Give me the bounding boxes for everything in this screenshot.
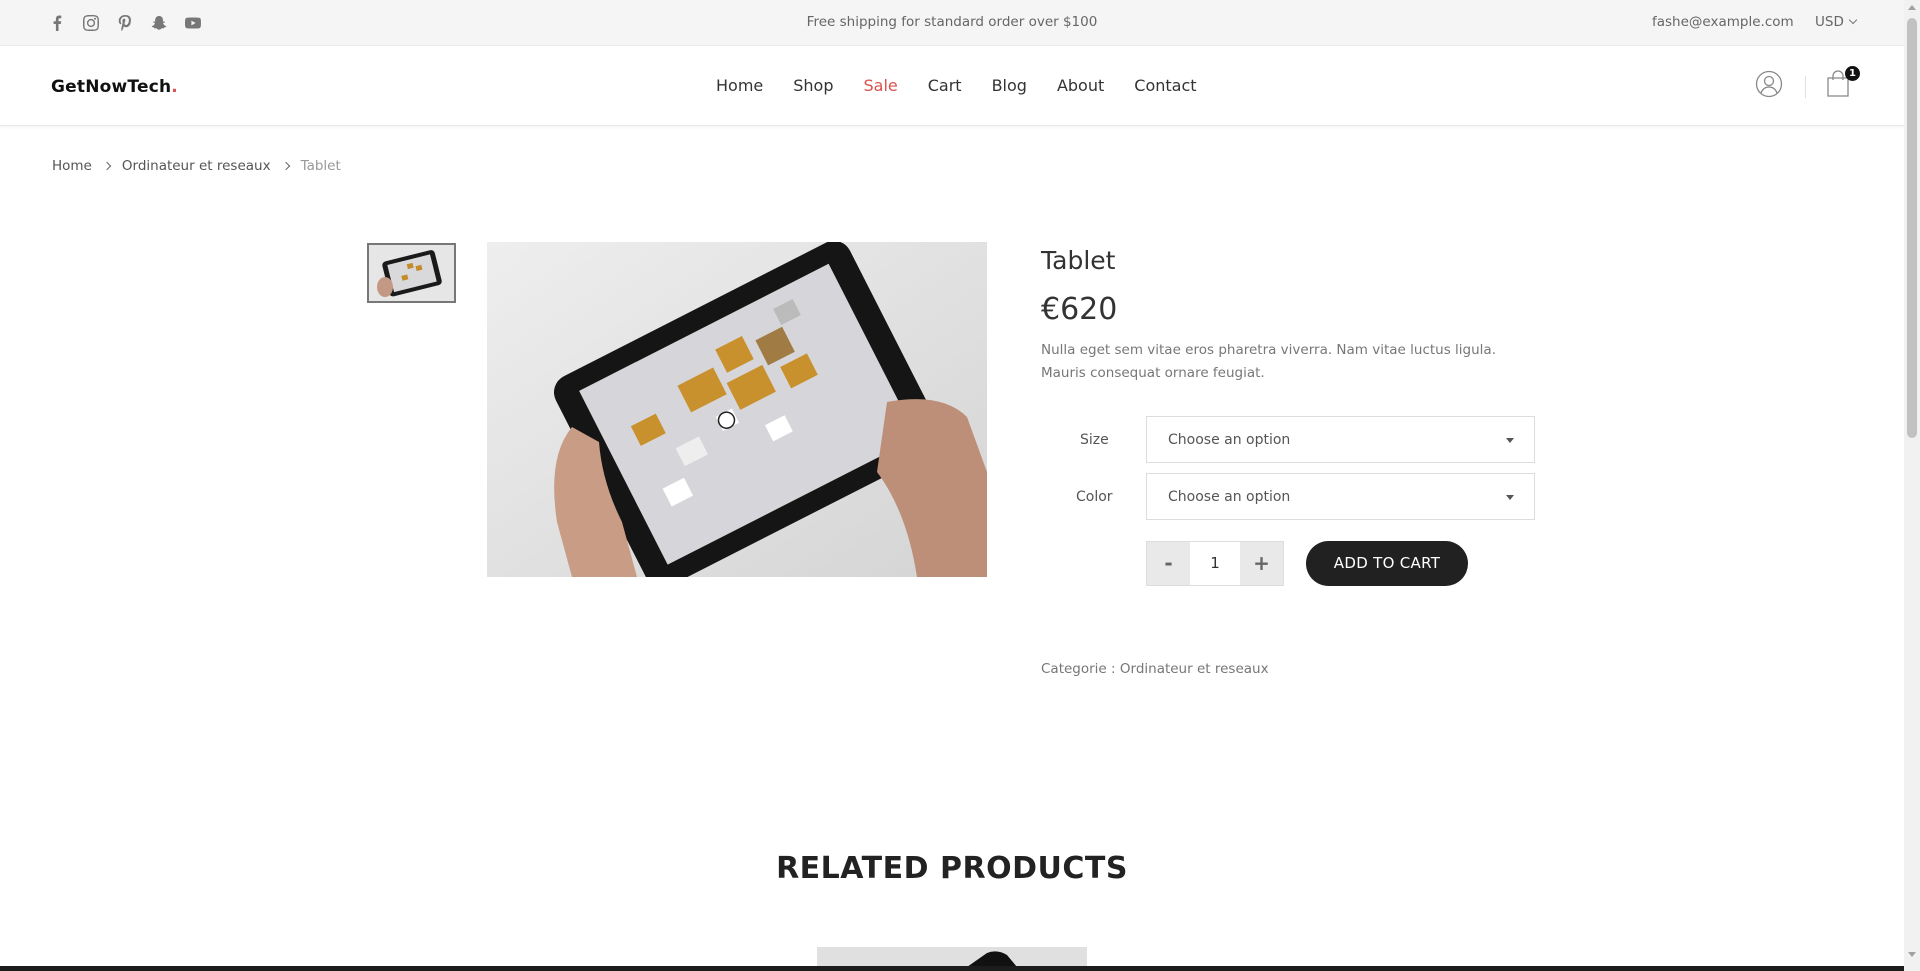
quantity-input[interactable]: 1: [1190, 542, 1240, 585]
color-select-value: Choose an option: [1168, 489, 1291, 505]
category-label: Categorie :: [1041, 661, 1120, 677]
currency-label: USD: [1815, 14, 1844, 30]
nav-cart[interactable]: Cart: [928, 76, 962, 95]
caret-down-icon: [1506, 495, 1514, 500]
currency-selector[interactable]: USD: [1815, 14, 1858, 30]
caret-down-icon: [1506, 438, 1514, 443]
quantity-decrease-button[interactable]: -: [1147, 542, 1190, 585]
top-bar: Free shipping for standard order over $1…: [0, 0, 1904, 46]
quantity-increase-button[interactable]: +: [1240, 542, 1283, 585]
related-products-heading: RELATED PRODUCTS: [776, 851, 1128, 886]
product-description: Nulla eget sem vitae eros pharetra viver…: [1041, 342, 1496, 381]
product-category: Categorie : Ordinateur et reseaux: [1041, 661, 1269, 677]
product-main-image[interactable]: [487, 242, 987, 577]
logo[interactable]: GetNowTech.: [51, 77, 178, 97]
category-link[interactable]: Ordinateur et reseaux: [1120, 661, 1269, 677]
breadcrumb-category[interactable]: Ordinateur et reseaux: [122, 158, 271, 174]
product-thumbnail[interactable]: [367, 243, 456, 303]
quantity-stepper: - 1 +: [1146, 541, 1284, 586]
nav-sale[interactable]: Sale: [864, 76, 898, 95]
bottom-edge: [0, 966, 1904, 971]
nav-contact[interactable]: Contact: [1134, 76, 1196, 95]
page-scrollbar[interactable]: [1904, 0, 1920, 971]
contact-email[interactable]: fashe@example.com: [1652, 14, 1794, 30]
size-label: Size: [1080, 432, 1109, 448]
nav-shop[interactable]: Shop: [793, 76, 833, 95]
breadcrumb-current: Tablet: [300, 158, 341, 174]
nav-home[interactable]: Home: [716, 76, 763, 95]
add-to-cart-button[interactable]: ADD TO CART: [1306, 541, 1468, 586]
scroll-up-icon[interactable]: [1908, 5, 1916, 10]
logo-dot: .: [171, 77, 178, 97]
chevron-down-icon: [1848, 15, 1858, 25]
size-select-value: Choose an option: [1168, 432, 1291, 448]
related-product-image[interactable]: [817, 947, 1087, 967]
chevron-right-icon: [102, 161, 112, 171]
promo-text: Free shipping for standard order over $1…: [806, 14, 1098, 30]
scrollbar-thumb[interactable]: [1907, 18, 1917, 438]
logo-text: GetNowTech: [51, 77, 172, 97]
breadcrumb: Home Ordinateur et reseaux Tablet: [52, 158, 341, 174]
color-label: Color: [1076, 489, 1113, 505]
color-select[interactable]: Choose an option: [1146, 473, 1535, 520]
header-divider: [1805, 76, 1806, 98]
product-title: Tablet: [1041, 246, 1116, 275]
cart-count-badge: 1: [1845, 66, 1860, 81]
user-account-icon[interactable]: [1755, 70, 1783, 98]
nav-about[interactable]: About: [1057, 76, 1104, 95]
chevron-right-icon: [281, 161, 290, 171]
main-nav: Home Shop Sale Cart Blog About Contact: [716, 76, 1227, 95]
product-price: €620: [1041, 292, 1118, 327]
nav-blog[interactable]: Blog: [992, 76, 1027, 95]
scroll-down-icon[interactable]: [1908, 952, 1916, 957]
breadcrumb-home[interactable]: Home: [52, 158, 92, 174]
site-header: GetNowTech. Home Shop Sale Cart Blog Abo…: [0, 46, 1904, 126]
size-select[interactable]: Choose an option: [1146, 416, 1535, 463]
